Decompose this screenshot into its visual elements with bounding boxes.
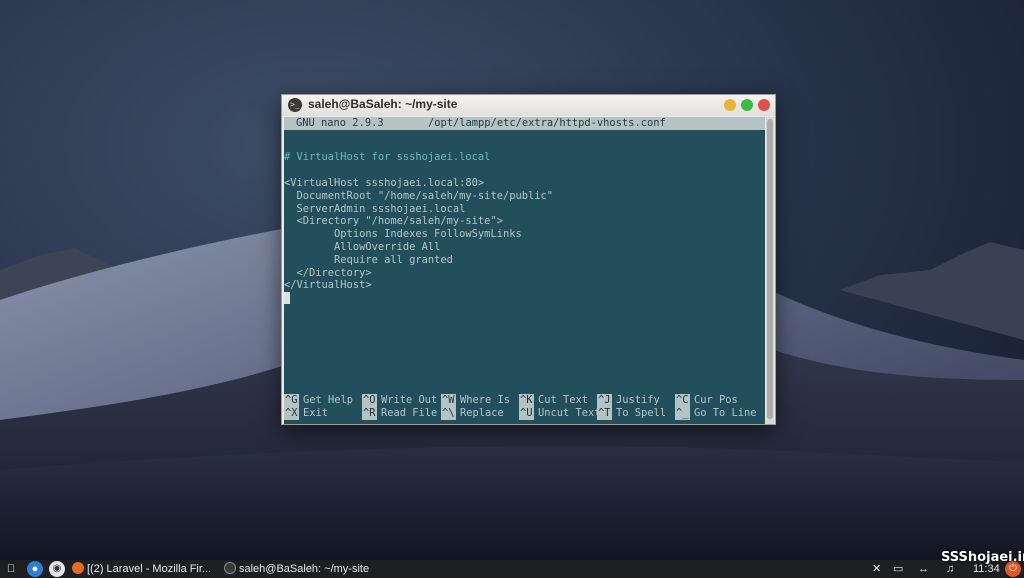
shortcut-label: To Spell	[616, 407, 667, 419]
taskbar-firefox-label: [(2) Laravel - Mozilla Fir...	[87, 563, 212, 575]
code-line[interactable]: <VirtualHost ssshojaei.local:80>	[284, 177, 484, 190]
network-icon[interactable]: ↔	[918, 560, 929, 578]
shortcut-key[interactable]: ^R	[362, 407, 377, 420]
shortcut-label: Go To Line	[694, 407, 757, 419]
text-cursor	[284, 292, 290, 305]
code-line[interactable]: </Directory>	[284, 267, 372, 280]
shortcut-label: Cut Text	[538, 394, 589, 406]
chrome-icon[interactable]: ◉	[49, 561, 65, 577]
taskbar-terminal-label: saleh@BaSaleh: ~/my-site	[239, 563, 370, 575]
shortcut-label: Read File	[381, 407, 438, 419]
shortcut-label: Get Help	[303, 394, 354, 406]
shortcut-row-2: ^X Exit ^R Read File ^\ Replace ^U Uncut…	[284, 407, 765, 420]
terminal-titlebar[interactable]: >_ saleh@BaSaleh: ~/my-site	[282, 95, 775, 116]
code-line[interactable]: DocumentRoot "/home/saleh/my-site/public…	[284, 190, 554, 203]
shortcut-label: Write Out	[381, 394, 438, 406]
code-line[interactable]: Options Indexes FollowSymLinks	[284, 228, 522, 241]
shortcut-row-1: ^G Get Help ^O Write Out ^W Where Is ^K …	[284, 394, 765, 407]
taskbar-terminal-task[interactable]: saleh@BaSaleh: ~/my-site	[224, 561, 374, 577]
nano-editor[interactable]: GNU nano 2.9.3 /opt/lampp/etc/extra/http…	[284, 117, 765, 424]
shortcut-key[interactable]: ^T	[597, 407, 612, 420]
battery-icon[interactable]: ▭	[893, 560, 903, 578]
shortcut-label: Justify	[616, 394, 660, 406]
code-line[interactable]: </VirtualHost>	[284, 279, 372, 292]
shortcut-key[interactable]: ^J	[597, 394, 612, 407]
bluetooth-icon[interactable]: ✕	[872, 560, 881, 578]
watermark-text: SSShojaei.ir	[941, 550, 1024, 565]
apple-menu-icon[interactable]: 	[3, 561, 19, 577]
nano-version: GNU nano 2.9.3	[296, 117, 384, 129]
code-line[interactable]: Require all granted	[284, 254, 453, 267]
taskbar-firefox-task[interactable]: [(2) Laravel - Mozilla Fir...	[72, 561, 218, 577]
terminal-scrollbar[interactable]	[766, 117, 774, 424]
shortcut-label: Cur Pos	[694, 394, 738, 406]
shortcut-key[interactable]: ^X	[284, 407, 299, 420]
scrollbar-thumb[interactable]	[767, 119, 773, 419]
shortcut-key[interactable]: ^_	[675, 407, 690, 420]
window-title: saleh@BaSaleh: ~/my-site	[308, 97, 458, 111]
shortcut-label: Where Is	[460, 394, 511, 406]
terminal-window[interactable]: >_ saleh@BaSaleh: ~/my-site GNU nano 2.9…	[281, 94, 776, 425]
shortcut-key[interactable]: ^O	[362, 394, 377, 407]
shortcut-key[interactable]: ^U	[519, 407, 534, 420]
code-line[interactable]: AllowOverride All	[284, 241, 440, 254]
shortcut-key[interactable]: ^C	[675, 394, 690, 407]
firefox-icon	[72, 562, 84, 574]
shortcut-key[interactable]: ^W	[441, 394, 456, 407]
code-line[interactable]: # VirtualHost for ssshojaei.local	[284, 151, 490, 164]
nano-header-bar: GNU nano 2.9.3 /opt/lampp/etc/extra/http…	[284, 117, 765, 130]
terminal-icon: >_	[288, 98, 302, 112]
code-line[interactable]: <Directory "/home/saleh/my-site">	[284, 215, 503, 228]
shortcut-label: Exit	[303, 407, 329, 419]
nano-filename: /opt/lampp/etc/extra/httpd-vhosts.conf	[428, 117, 666, 129]
shortcut-label: Uncut Text	[538, 407, 601, 419]
shortcut-key[interactable]: ^G	[284, 394, 299, 407]
shortcut-key[interactable]: ^\	[441, 407, 456, 420]
shortcut-label: Replace	[460, 407, 504, 419]
code-line[interactable]: ServerAdmin ssshojaei.local	[284, 203, 466, 216]
terminal-icon	[224, 562, 236, 574]
maximize-button[interactable]	[741, 99, 753, 111]
minimize-button[interactable]	[724, 99, 736, 111]
taskbar:  ● ◉ [(2) Laravel - Mozilla Fir... sale…	[0, 560, 1024, 578]
file-manager-icon[interactable]: ●	[27, 561, 43, 577]
shortcut-key[interactable]: ^K	[519, 394, 534, 407]
close-button[interactable]	[758, 99, 770, 111]
